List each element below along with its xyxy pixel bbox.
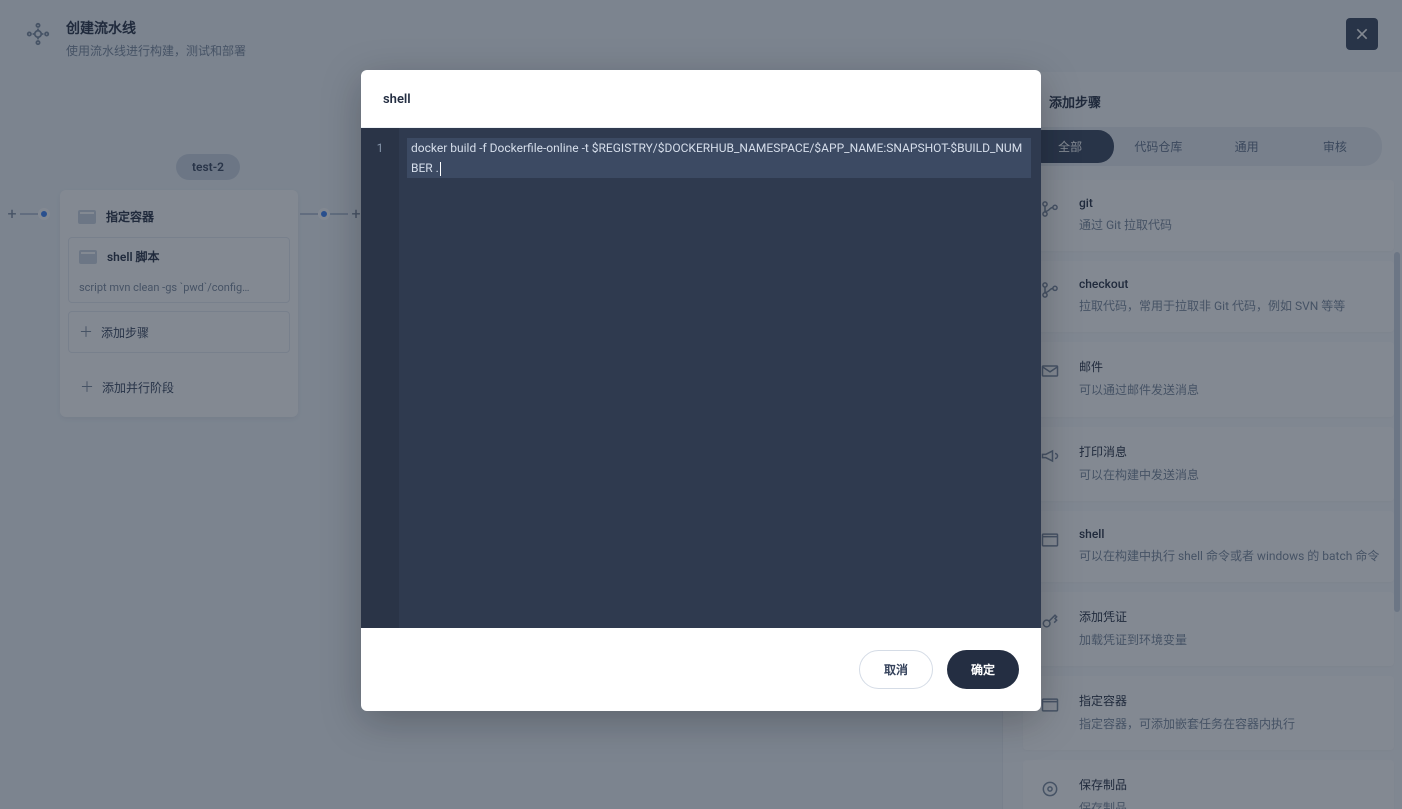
- modal-title: shell: [361, 70, 1041, 128]
- ok-button[interactable]: 确定: [947, 650, 1019, 689]
- line-number: 1: [361, 138, 399, 158]
- editor-gutter: 1: [361, 128, 399, 628]
- code-editor[interactable]: 1 docker build -f Dockerfile-online -t $…: [361, 128, 1041, 628]
- code-content: docker build -f Dockerfile-online -t $RE…: [411, 141, 1022, 175]
- modal-overlay[interactable]: shell 1 docker build -f Dockerfile-onlin…: [0, 0, 1402, 809]
- cancel-button[interactable]: 取消: [859, 650, 933, 689]
- shell-modal: shell 1 docker build -f Dockerfile-onlin…: [361, 70, 1041, 711]
- editor-cursor: [440, 162, 441, 176]
